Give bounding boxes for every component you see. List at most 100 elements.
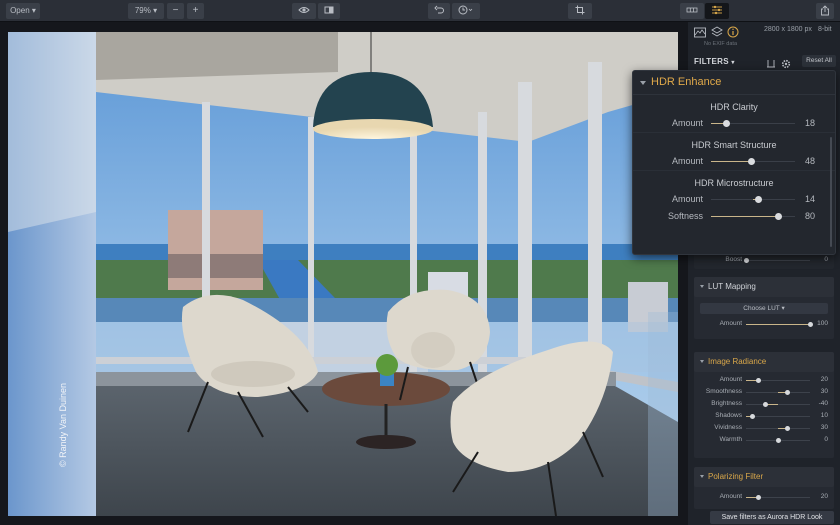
section-title: LUT Mapping <box>708 282 756 291</box>
popup-scrollbar[interactable] <box>830 137 832 247</box>
slider-label: Brightness <box>711 400 742 407</box>
slider-knob[interactable] <box>755 196 763 203</box>
compare-button[interactable] <box>318 3 340 19</box>
slider-row-shadows[interactable]: Shadows 10 <box>694 410 834 422</box>
layers-tab[interactable] <box>711 25 723 37</box>
history-button[interactable] <box>452 3 480 19</box>
reset-all-button[interactable]: Reset All <box>802 55 836 67</box>
slider-label: Amount <box>719 493 742 500</box>
slider-row-warmth[interactable]: Warmth 0 <box>694 434 834 446</box>
undo-button[interactable] <box>428 3 450 19</box>
image-radiance-section: Image Radiance Amount 20 Smoothness 30 B… <box>694 352 834 458</box>
layers-icon <box>711 26 723 37</box>
slider-knob[interactable] <box>762 402 768 407</box>
lut-mapping-header[interactable]: LUT Mapping <box>694 277 834 297</box>
slider-value: -40 <box>818 400 828 407</box>
histogram-tab[interactable] <box>694 25 706 38</box>
slider-row-polarizing-amount[interactable]: Amount 20 <box>694 491 834 503</box>
section-title: Polarizing Filter <box>708 472 764 481</box>
slider-knob[interactable] <box>743 258 749 263</box>
slider-label: Smoothness <box>705 388 742 395</box>
bit-depth: 8-bit <box>818 26 832 33</box>
history-icon <box>458 5 473 15</box>
group-title: HDR Microstructure <box>694 178 774 188</box>
slider-value: 14 <box>804 194 815 204</box>
chevron-down-icon: ▾ <box>781 305 785 312</box>
filters-label: FILTERS <box>694 57 729 66</box>
slider-row-brightness[interactable]: Brightness -40 <box>694 398 834 410</box>
chevron-down-icon: ▾ <box>31 6 36 15</box>
slider-knob[interactable] <box>807 322 813 327</box>
slider-knob[interactable] <box>756 495 762 500</box>
slider-track[interactable] <box>746 378 810 383</box>
slider-value: 20 <box>820 493 828 500</box>
sliders-icon <box>712 5 722 15</box>
slider-track[interactable] <box>711 196 795 203</box>
filmstrip-button[interactable] <box>680 3 704 19</box>
slider-track[interactable] <box>746 495 810 500</box>
zoom-in-button[interactable]: + <box>187 3 204 19</box>
slider-row-lut-amount[interactable]: Amount 100 <box>694 318 834 330</box>
slider-label: Boost <box>725 256 742 263</box>
group-title: HDR Clarity <box>710 102 758 112</box>
slider-row-amount[interactable]: Amount 48 <box>633 153 835 170</box>
info-icon <box>727 26 739 38</box>
slider-track[interactable] <box>743 258 810 263</box>
slider-knob[interactable] <box>785 426 791 431</box>
panel-info-bar: 2800 x 1800 px 8-bit No EXIF data <box>688 22 840 52</box>
slider-knob[interactable] <box>774 213 782 220</box>
slider-value: 30 <box>820 424 828 431</box>
slider-track[interactable] <box>711 120 795 127</box>
slider-knob[interactable] <box>785 390 791 395</box>
slider-track[interactable] <box>711 213 795 220</box>
slider-track[interactable] <box>711 158 795 165</box>
gear-icon <box>781 59 791 69</box>
slider-row-amount[interactable]: Amount 14 <box>633 191 835 208</box>
share-button[interactable] <box>816 3 834 19</box>
zoom-out-button[interactable]: − <box>167 3 184 19</box>
slider-row-boost[interactable]: Boost 0 <box>694 254 834 266</box>
slider-track[interactable] <box>746 390 810 395</box>
zoom-select[interactable]: 79% ▾ <box>128 3 164 19</box>
polarizing-filter-header[interactable]: Polarizing Filter <box>694 467 834 487</box>
slider-track[interactable] <box>746 402 810 407</box>
slider-row-vividness[interactable]: Vividness 30 <box>694 422 834 434</box>
slider-value: 100 <box>817 320 828 327</box>
info-tab[interactable] <box>727 25 739 38</box>
slider-knob[interactable] <box>749 414 755 419</box>
slider-track[interactable] <box>746 322 813 327</box>
slider-knob[interactable] <box>775 438 781 443</box>
open-button[interactable]: Open ▾ <box>6 3 40 19</box>
choose-lut-dropdown[interactable]: Choose LUT ▾ <box>700 303 828 314</box>
hdr-enhance-header[interactable]: HDR Enhance <box>633 71 835 95</box>
slider-knob[interactable] <box>747 158 755 165</box>
filters-menu[interactable]: FILTERS ▾ <box>694 57 735 66</box>
crop-button[interactable] <box>568 3 592 19</box>
slider-track[interactable] <box>746 438 810 443</box>
watermark-text: © Randy Van Duinen <box>58 383 68 467</box>
slider-knob[interactable] <box>756 378 762 383</box>
popup-title: HDR Enhance <box>651 76 722 88</box>
slider-label: Amount <box>671 118 703 128</box>
slider-label: Vividness <box>714 424 742 431</box>
save-look-button[interactable]: Save filters as Aurora HDR Look <box>710 511 834 524</box>
slider-row-amount[interactable]: Amount 20 <box>694 374 834 386</box>
slider-track[interactable] <box>746 426 810 431</box>
slider-row-amount[interactable]: Amount 18 <box>633 115 835 132</box>
hdr-group: HDR Smart Structure Amount 48 <box>633 133 835 171</box>
slider-label: Amount <box>671 156 703 166</box>
group-title: HDR Smart Structure <box>691 140 777 150</box>
slider-track[interactable] <box>746 414 810 419</box>
slider-row-smoothness[interactable]: Smoothness 30 <box>694 386 834 398</box>
slider-fill <box>711 216 779 217</box>
photo[interactable]: © Randy Van Duinen <box>8 32 678 516</box>
slider-knob[interactable] <box>722 120 730 127</box>
slider-value: 0 <box>824 436 828 443</box>
slider-row-softness[interactable]: Softness 80 <box>633 208 835 225</box>
slider-value: 48 <box>804 156 815 166</box>
image-radiance-header[interactable]: Image Radiance <box>694 352 834 372</box>
slider-value: 18 <box>804 118 815 128</box>
slider-fill <box>746 324 810 325</box>
preview-button[interactable] <box>292 3 316 19</box>
adjustments-button[interactable] <box>705 3 729 19</box>
